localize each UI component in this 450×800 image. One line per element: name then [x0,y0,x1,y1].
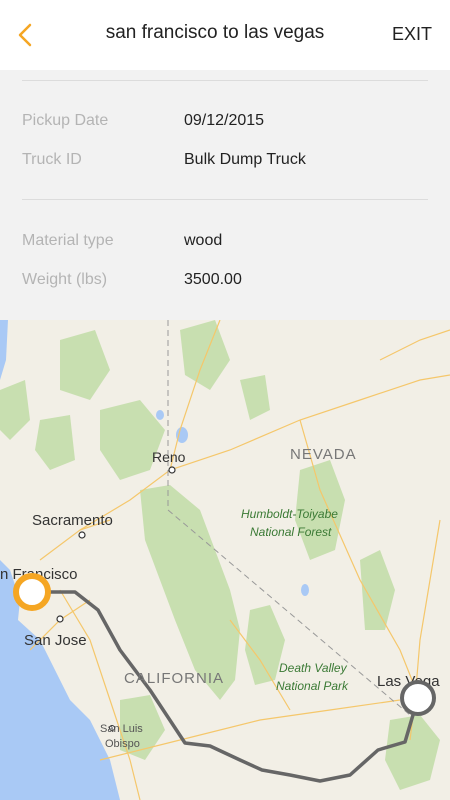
pickup-date-label: Pickup Date [22,112,109,129]
detail-row-truck-id: Truck ID Bulk Dump Truck [22,151,428,175]
pickup-date-value: 09/12/2015 [184,112,265,129]
chevron-left-icon [18,23,32,47]
truck-id-value: Bulk Dump Truck [184,151,306,168]
map-label-san-luis-line1: San Luis [100,723,143,735]
map-label-sacramento: Sacramento [32,512,113,529]
detail-row-material-type: Material type wood [22,232,428,256]
exit-button[interactable]: EXIT [392,24,432,45]
destination-marker[interactable] [400,680,436,716]
truck-id-label: Truck ID [22,151,82,168]
map-label-death-valley-line2: National Park [276,679,349,693]
map-canvas[interactable]: NEVADA Reno Sacramento n Francisco San J… [0,320,450,800]
map-label-humboldt-line2: National Forest [250,525,332,539]
map-label-california: CALIFORNIA [124,670,224,687]
map-label-humboldt-line1: Humboldt-Toiyabe [241,507,338,521]
divider [22,199,428,200]
header: san francisco to las vegas EXIT [0,0,450,70]
map-label-reno: Reno [152,449,186,465]
weight-value: 3500.00 [184,271,242,288]
detail-row-weight: Weight (lbs) 3500.00 [22,271,428,295]
divider [22,80,428,81]
material-type-value: wood [184,232,223,249]
map-label-nevada: NEVADA [290,446,357,463]
map-label-san-luis-line2: Obispo [105,738,140,750]
back-button[interactable] [12,20,42,50]
material-type-label: Material type [22,232,114,249]
page-title: san francisco to las vegas [105,22,325,43]
map-label-death-valley-line1: Death Valley [279,661,348,675]
origin-marker[interactable] [13,573,51,611]
detail-row-pickup-date: Pickup Date 09/12/2015 [22,112,428,136]
map-label-san-jose: San Jose [24,632,87,649]
weight-label: Weight (lbs) [22,271,108,288]
shipment-details: Pickup Date 09/12/2015 Truck ID Bulk Dum… [0,70,450,320]
route-map[interactable]: NEVADA Reno Sacramento n Francisco San J… [0,320,450,800]
